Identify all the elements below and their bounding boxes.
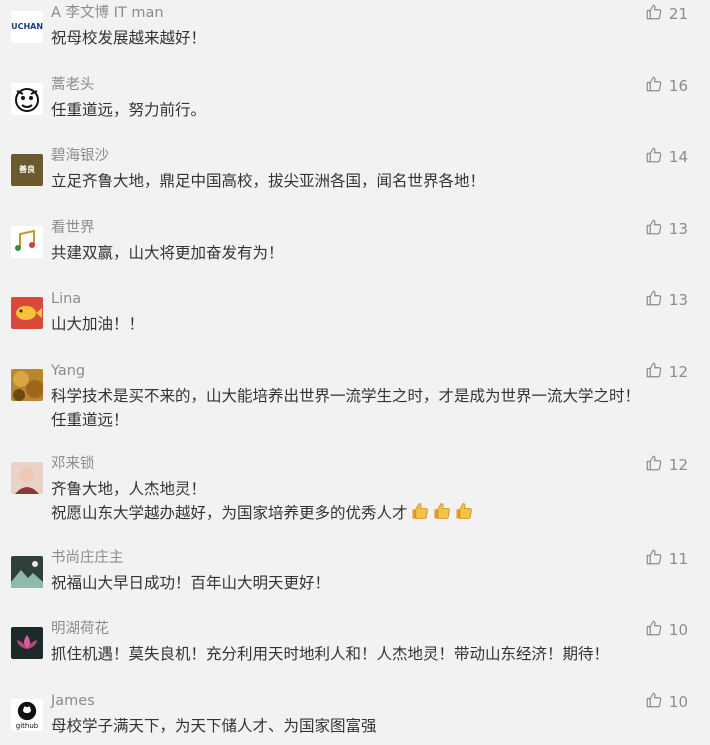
like-button[interactable]: 10 — [645, 619, 688, 641]
comment-text-line: 祝福山大早日成功！百年山大明天更好！ — [51, 574, 331, 592]
like-count: 14 — [668, 148, 688, 166]
comment-text-line: 任重道远，努力前行。 — [51, 101, 207, 119]
like-button[interactable]: 12 — [645, 454, 688, 476]
autumn-leaves-avatar-icon[interactable] — [11, 369, 43, 401]
github-avatar-icon[interactable]: github — [11, 699, 43, 731]
like-count: 12 — [668, 363, 688, 381]
thumbs-up-icon — [645, 454, 669, 476]
comment-text: 科学技术是买不来的，山大能培养出世界一流学生之时，才是成为世界一流大学之时！ 任重… — [51, 384, 696, 432]
like-button[interactable]: 11 — [645, 548, 688, 570]
thumbs-up-icon — [645, 619, 669, 641]
comment-nickname[interactable]: Yang — [51, 361, 85, 381]
comment-text: 山大加油！！ — [51, 312, 696, 336]
comment-nickname[interactable]: A 李文博 IT man — [51, 3, 164, 23]
comment-text-line: 齐鲁大地，人杰地灵！ — [51, 480, 207, 498]
comment-nickname[interactable]: 看世界 — [51, 218, 95, 238]
thumbs-up-icon — [645, 75, 669, 97]
comment-text: 共建双赢，山大将更加奋发有为！ — [51, 241, 696, 265]
like-count: 11 — [668, 550, 688, 568]
comment-text: 齐鲁大地，人杰地灵！ 祝愿山东大学越办越好，为国家培养更多的优秀人才 — [51, 477, 696, 525]
comment-nickname[interactable]: 碧海银沙 — [51, 146, 109, 166]
comment-text: 祝母校发展越来越好！ — [51, 26, 696, 50]
comment-text-line: 母校学子满天下，为天下储人才、为国家图富强 — [51, 717, 377, 735]
thumbs-up-icon — [645, 3, 669, 25]
thumbs-up-icon — [645, 289, 669, 311]
like-button[interactable]: 12 — [645, 361, 688, 383]
comment-text-line: 抓住机遇！莫失良机！充分利用天时地利人和！人杰地灵！带动山东经济！期待！ — [51, 645, 610, 663]
like-count: 13 — [668, 291, 688, 309]
thumbs-up-emoji-icon — [430, 503, 452, 522]
music-notes-avatar-icon[interactable] — [11, 226, 43, 258]
thumbs-up-icon — [645, 218, 669, 240]
comment-text-line: 科学技术是买不来的，山大能培养出世界一流学生之时，才是成为世界一流大学之时！ — [51, 387, 641, 405]
thumbs-up-icon — [645, 361, 669, 383]
like-button[interactable]: 21 — [645, 3, 688, 25]
text-badge-avatar-icon[interactable]: 善良 — [11, 154, 43, 186]
thumbs-up-icon — [645, 548, 669, 570]
comment-nickname[interactable]: 蒿老头 — [51, 75, 95, 95]
comment-text: 祝福山大早日成功！百年山大明天更好！ — [51, 571, 696, 595]
comment-text: 任重道远，努力前行。 — [51, 98, 696, 122]
comment-text-line: 任重道远！ — [51, 411, 129, 429]
like-button[interactable]: 16 — [645, 75, 688, 97]
thumbs-up-emoji-icon — [452, 503, 474, 522]
comment-nickname[interactable]: Lina — [51, 289, 81, 309]
comment-nickname[interactable]: 明湖荷花 — [51, 619, 109, 639]
comment-nickname[interactable]: James — [51, 691, 95, 711]
thumbs-up-emoji-icon — [408, 503, 430, 522]
like-button[interactable]: 10 — [645, 691, 688, 713]
cartoon-face-avatar-icon[interactable] — [11, 83, 43, 115]
logo-avatar-icon[interactable]: NUCHANG — [11, 11, 43, 43]
comment-text: 抓住机遇！莫失良机！充分利用天时地利人和！人杰地灵！带动山东经济！期待！ — [51, 642, 696, 666]
comment-text-line: 祝母校发展越来越好！ — [51, 29, 207, 47]
like-count: 13 — [668, 220, 688, 238]
person-photo-avatar-icon[interactable] — [11, 462, 43, 494]
comment-list: NUCHANG A 李文博 IT man 21 祝母校发展越来越好！ 蒿老头 16 任重道远… — [0, 0, 710, 745]
comment-text: 母校学子满天下，为天下储人才、为国家图富强 — [51, 714, 696, 738]
landscape-avatar-icon[interactable] — [11, 556, 43, 588]
thumbs-up-icon — [645, 691, 669, 713]
comment-text-line: 祝愿山东大学越办越好，为国家培养更多的优秀人才 — [51, 501, 696, 525]
fish-avatar-icon[interactable] — [11, 297, 43, 329]
thumbs-up-icon — [645, 146, 669, 168]
like-button[interactable]: 13 — [645, 218, 688, 240]
lotus-avatar-icon[interactable] — [11, 627, 43, 659]
like-count: 21 — [668, 5, 688, 23]
comment-nickname[interactable]: 邓来锁 — [51, 454, 95, 474]
like-count: 10 — [668, 621, 688, 639]
comment-text-line: 山大加油！！ — [51, 315, 145, 333]
comment-text-line: 立足齐鲁大地，鼎足中国高校，拔尖亚洲各国，闻名世界各地！ — [51, 172, 486, 190]
comment-text-line: 共建双赢，山大将更加奋发有为！ — [51, 244, 284, 262]
like-count: 12 — [668, 456, 688, 474]
comment-nickname[interactable]: 书尚庄庄主 — [51, 548, 124, 568]
like-count: 16 — [668, 77, 688, 95]
comment-text: 立足齐鲁大地，鼎足中国高校，拔尖亚洲各国，闻名世界各地！ — [51, 169, 696, 193]
like-button[interactable]: 14 — [645, 146, 688, 168]
like-count: 10 — [668, 693, 688, 711]
like-button[interactable]: 13 — [645, 289, 688, 311]
